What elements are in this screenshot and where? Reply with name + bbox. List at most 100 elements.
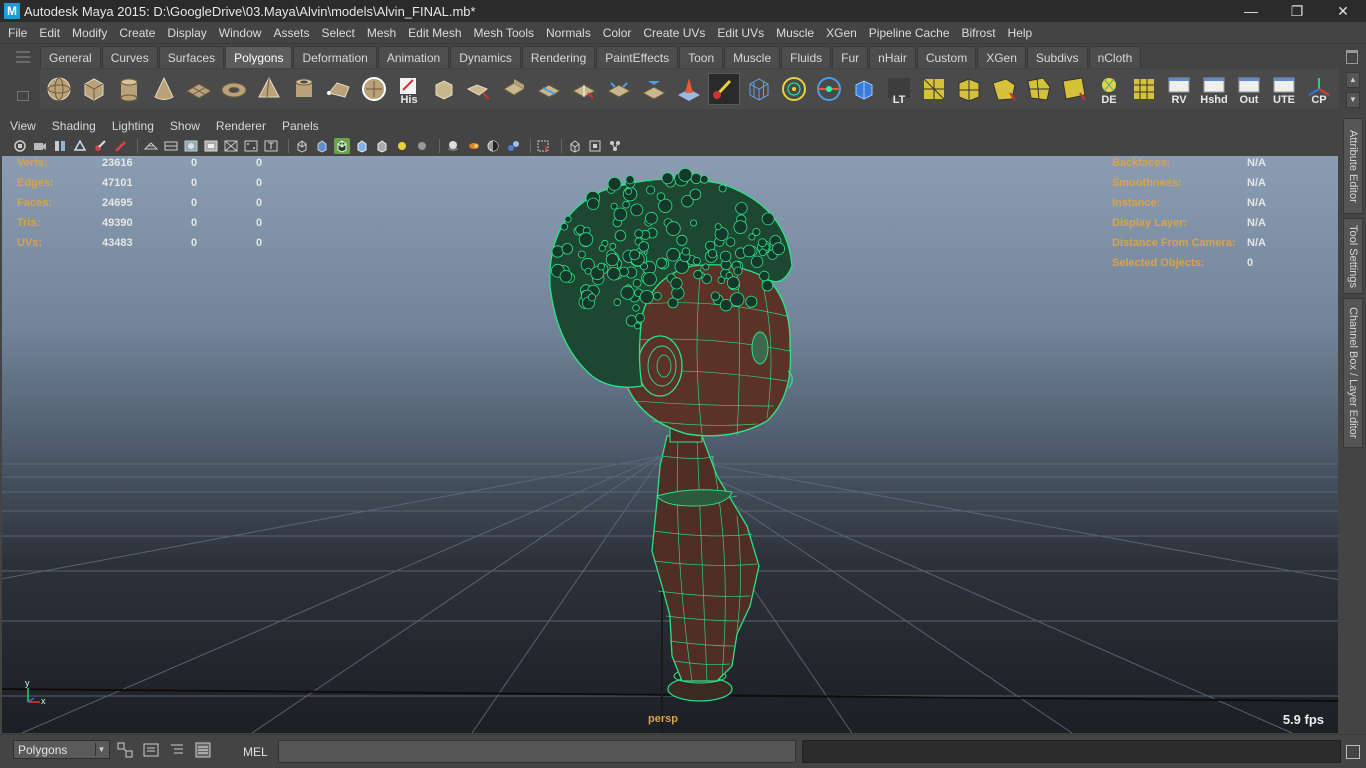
- cp-icon[interactable]: CP: [1303, 73, 1335, 106]
- shelf-scroll-up-icon[interactable]: ▲: [1346, 72, 1360, 88]
- xray-icon[interactable]: [374, 138, 390, 154]
- bookmarks-icon[interactable]: [52, 138, 68, 154]
- script-editor-icon[interactable]: [1346, 745, 1360, 759]
- collapse-icon[interactable]: [638, 73, 670, 105]
- tab-attribute-editor[interactable]: Attribute Editor: [1343, 118, 1363, 214]
- default-material-icon[interactable]: [354, 138, 370, 154]
- multisample-aa-icon[interactable]: [485, 138, 501, 154]
- append-polygon-icon[interactable]: [323, 73, 355, 105]
- uv-grid-icon[interactable]: [1128, 73, 1160, 105]
- tab-general[interactable]: General: [40, 46, 101, 68]
- poly-cone-icon[interactable]: [148, 73, 180, 105]
- menu-edit-mesh[interactable]: Edit Mesh: [402, 26, 467, 40]
- uv-cylindrical-icon[interactable]: [953, 73, 985, 105]
- tab-toon[interactable]: Toon: [679, 46, 724, 68]
- menu-edit-uvs[interactable]: Edit UVs: [711, 26, 770, 40]
- motion-blur-icon[interactable]: [465, 138, 481, 154]
- uv-spherical-icon[interactable]: [988, 73, 1020, 105]
- image-plane-icon[interactable]: [72, 138, 88, 154]
- wireframe-box-icon[interactable]: [743, 73, 775, 105]
- panel-menu-view[interactable]: View: [0, 119, 44, 133]
- poke-face-icon[interactable]: [673, 73, 705, 105]
- camera-attributes-icon[interactable]: [32, 138, 48, 154]
- smooth-shade-all-icon[interactable]: [314, 138, 330, 154]
- single-view-icon[interactable]: [567, 138, 583, 154]
- tab-subdivs[interactable]: Subdivs: [1026, 46, 1088, 68]
- menu-create[interactable]: Create: [113, 26, 161, 40]
- resolution-gate-icon[interactable]: [183, 138, 199, 154]
- ute-icon[interactable]: UTE: [1268, 73, 1300, 106]
- tab-tool-settings[interactable]: Tool Settings: [1343, 218, 1363, 294]
- menu-assets[interactable]: Assets: [267, 26, 315, 40]
- command-line-input[interactable]: [278, 740, 796, 763]
- display-light-icon[interactable]: DE: [1093, 73, 1125, 106]
- menu-edit[interactable]: Edit: [33, 26, 66, 40]
- target-weld-icon[interactable]: [778, 73, 810, 105]
- mirror-geometry-icon[interactable]: [813, 73, 845, 105]
- poly-cube-icon[interactable]: [78, 73, 110, 105]
- history-icon[interactable]: His: [393, 73, 425, 106]
- menu-normals[interactable]: Normals: [540, 26, 597, 40]
- menu-color[interactable]: Color: [597, 26, 638, 40]
- menu-file[interactable]: File: [0, 26, 33, 40]
- lt-icon[interactable]: LT: [883, 73, 915, 106]
- menu-help[interactable]: Help: [1002, 26, 1039, 40]
- move-pivot-icon[interactable]: [848, 73, 880, 105]
- shelf-handle[interactable]: [12, 48, 34, 110]
- perspective-viewport[interactable]: Verts: 23616 0 0 Edges: 47101 0 0 Faces: 24695 0 0 T…: [2, 156, 1338, 733]
- render-view-icon[interactable]: [142, 741, 160, 759]
- command-language-label[interactable]: MEL: [243, 745, 268, 759]
- poly-sphere-icon[interactable]: [43, 73, 75, 105]
- gate-mask-icon[interactable]: [203, 138, 219, 154]
- restore-button[interactable]: ❐: [1274, 0, 1320, 22]
- tab-curves[interactable]: Curves: [101, 46, 158, 68]
- merge-icon[interactable]: [603, 73, 635, 105]
- menu-mesh-tools[interactable]: Mesh Tools: [468, 26, 540, 40]
- tab-rendering[interactable]: Rendering: [521, 46, 596, 68]
- 2d-pan-zoom-icon[interactable]: [112, 138, 128, 154]
- ambient-occlusion-icon[interactable]: [445, 138, 461, 154]
- panel-menu-panels[interactable]: Panels: [274, 119, 327, 133]
- menu-display[interactable]: Display: [161, 26, 212, 40]
- menu-set-selector[interactable]: Polygons ▼: [13, 740, 110, 759]
- shelf-scroll-down-icon[interactable]: ▼: [1346, 92, 1360, 108]
- bridge-icon[interactable]: [463, 73, 495, 105]
- rv-icon[interactable]: RV: [1163, 73, 1195, 106]
- panel-menu-shading[interactable]: Shading: [44, 119, 104, 133]
- tab-muscle[interactable]: Muscle: [724, 46, 781, 68]
- tab-nhair[interactable]: nHair: [869, 46, 916, 68]
- isolate-select-icon[interactable]: [536, 138, 552, 154]
- hud-toggle-icon[interactable]: [607, 138, 623, 154]
- tab-surfaces[interactable]: Surfaces: [158, 46, 225, 68]
- menu-muscle[interactable]: Muscle: [770, 26, 820, 40]
- menu-create-uvs[interactable]: Create UVs: [637, 26, 711, 40]
- depth-of-field-icon[interactable]: [505, 138, 521, 154]
- uv-planar-icon[interactable]: [918, 73, 950, 105]
- menu-bifrost[interactable]: Bifrost: [956, 26, 1002, 40]
- poly-pipe-icon[interactable]: [288, 73, 320, 105]
- menu-modify[interactable]: Modify: [66, 26, 113, 40]
- tab-polygons[interactable]: Polygons: [225, 46, 293, 68]
- outliner-icon[interactable]: [168, 741, 186, 759]
- safe-title-icon[interactable]: T: [263, 138, 279, 154]
- panel-menu-show[interactable]: Show: [162, 119, 208, 133]
- menu-select[interactable]: Select: [315, 26, 360, 40]
- tab-fluids[interactable]: Fluids: [781, 46, 832, 68]
- uv-automatic-icon[interactable]: [1023, 73, 1055, 105]
- insert-edge-loop-icon[interactable]: [568, 73, 600, 105]
- tab-fur[interactable]: Fur: [832, 46, 869, 68]
- menu-window[interactable]: Window: [213, 26, 268, 40]
- use-all-lights-icon[interactable]: [394, 138, 410, 154]
- shelf-trash-icon[interactable]: [1346, 50, 1358, 64]
- wireframe-on-shaded-icon[interactable]: [334, 138, 350, 154]
- grid-toggle-icon[interactable]: [143, 138, 159, 154]
- shadows-icon[interactable]: [414, 138, 430, 154]
- tab-custom[interactable]: Custom: [916, 46, 977, 68]
- tab-painteffects[interactable]: PaintEffects: [596, 46, 679, 68]
- menu-xgen[interactable]: XGen: [820, 26, 863, 40]
- out-icon[interactable]: Out: [1233, 73, 1265, 106]
- frame-selected-icon[interactable]: [587, 138, 603, 154]
- tab-ncloth[interactable]: nCloth: [1088, 46, 1142, 68]
- tab-channel-box-layer-editor[interactable]: Channel Box / Layer Editor: [1343, 298, 1363, 448]
- uv-layout-icon[interactable]: [1058, 73, 1090, 105]
